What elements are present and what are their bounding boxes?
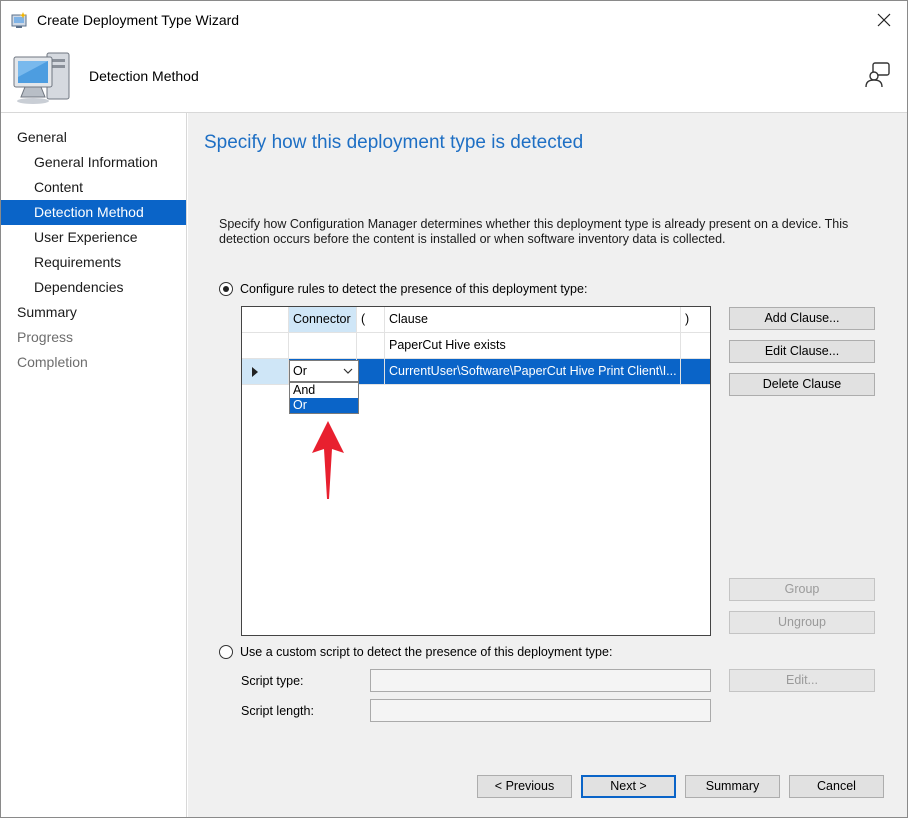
script-length-label: Script length: (241, 704, 314, 718)
next-button[interactable]: Next > (581, 775, 676, 798)
grid-header-indicator (242, 307, 289, 333)
edit-script-button[interactable]: Edit... (729, 669, 875, 692)
dropdown-option-or[interactable]: Or (290, 398, 358, 413)
nav-item-general-information: General Information (34, 154, 158, 170)
nav-item-progress: Progress (17, 329, 74, 345)
previous-button[interactable]: < Previous (477, 775, 572, 798)
nav-item-summary: Summary (17, 304, 77, 320)
grid-header-connector[interactable]: Connector (289, 307, 357, 333)
grid-header-clause[interactable]: Clause (385, 307, 681, 333)
summary-button[interactable]: Summary (685, 775, 780, 798)
group-button[interactable]: Group (729, 578, 875, 601)
script-type-field (370, 669, 711, 692)
help-person-icon[interactable] (863, 61, 891, 89)
window-title: Create Deployment Type Wizard (37, 12, 240, 28)
row-clause[interactable]: CurrentUser\Software\PaperCut Hive Print… (385, 359, 681, 385)
computer-icon (13, 52, 70, 104)
radio-configure-rules-label: Configure rules to detect the presence o… (240, 282, 588, 296)
nav-item-content: Content (34, 179, 84, 195)
nav-item-general: General (17, 129, 67, 145)
radio-custom-script-label: Use a custom script to detect the presen… (240, 645, 613, 659)
title-bar: Create Deployment Type Wizard (1, 1, 907, 39)
connector-selected-value: Or (293, 364, 307, 378)
nav-item-requirements: Requirements (34, 254, 122, 270)
dropdown-option-and[interactable]: And (290, 383, 358, 398)
close-button[interactable] (861, 1, 907, 39)
row-connector[interactable] (289, 333, 357, 359)
nav-item-dependencies: Dependencies (34, 279, 124, 295)
table-row[interactable]: PaperCut Hive exists (242, 333, 710, 359)
row-indicator (242, 333, 289, 359)
wizard-window: Create Deployment Type Wizard Detection … (0, 0, 908, 818)
radio-button-selected[interactable] (219, 282, 233, 296)
nav-item-detection-method: Detection Method (1, 200, 186, 225)
edit-clause-button[interactable]: Edit Clause... (729, 340, 875, 363)
grid-header-row: Connector ( Clause ) (242, 307, 710, 333)
radio-custom-script[interactable]: Use a custom script to detect the presen… (219, 645, 612, 659)
connector-dropdown[interactable]: Or (289, 360, 359, 382)
row-close-paren[interactable] (681, 333, 710, 359)
add-clause-button[interactable]: Add Clause... (729, 307, 875, 330)
wizard-icon (11, 12, 27, 28)
wizard-nav: General General Information Content Dete… (1, 113, 187, 817)
cancel-button[interactable]: Cancel (789, 775, 884, 798)
chevron-down-icon (343, 368, 353, 374)
grid-header-close-paren[interactable]: ) (681, 307, 710, 333)
script-type-label: Script type: (241, 674, 304, 688)
nav-item-user-experience: User Experience (34, 229, 138, 245)
close-icon (877, 13, 891, 27)
main-panel: Specify how this deployment type is dete… (188, 113, 907, 817)
row-indicator (242, 359, 289, 385)
row-close-paren[interactable] (681, 359, 710, 385)
description-text: Specify how Configuration Manager determ… (219, 217, 849, 246)
page-heading: Specify how this deployment type is dete… (204, 132, 584, 153)
connector-dropdown-list: And Or (289, 382, 359, 414)
header-title: Detection Method (89, 68, 199, 84)
radio-configure-rules[interactable]: Configure rules to detect the presence o… (219, 282, 587, 296)
row-pointer-icon (252, 367, 258, 377)
radio-button-unselected[interactable] (219, 645, 233, 659)
annotation-arrow-icon (312, 421, 344, 499)
row-open-paren[interactable] (357, 359, 385, 385)
wizard-header: Detection Method (1, 39, 907, 113)
delete-clause-button[interactable]: Delete Clause (729, 373, 875, 396)
row-clause[interactable]: PaperCut Hive exists (385, 333, 681, 359)
row-open-paren[interactable] (357, 333, 385, 359)
grid-header-open-paren[interactable]: ( (357, 307, 385, 333)
script-length-field (370, 699, 711, 722)
ungroup-button[interactable]: Ungroup (729, 611, 875, 634)
nav-item-completion: Completion (17, 354, 88, 370)
